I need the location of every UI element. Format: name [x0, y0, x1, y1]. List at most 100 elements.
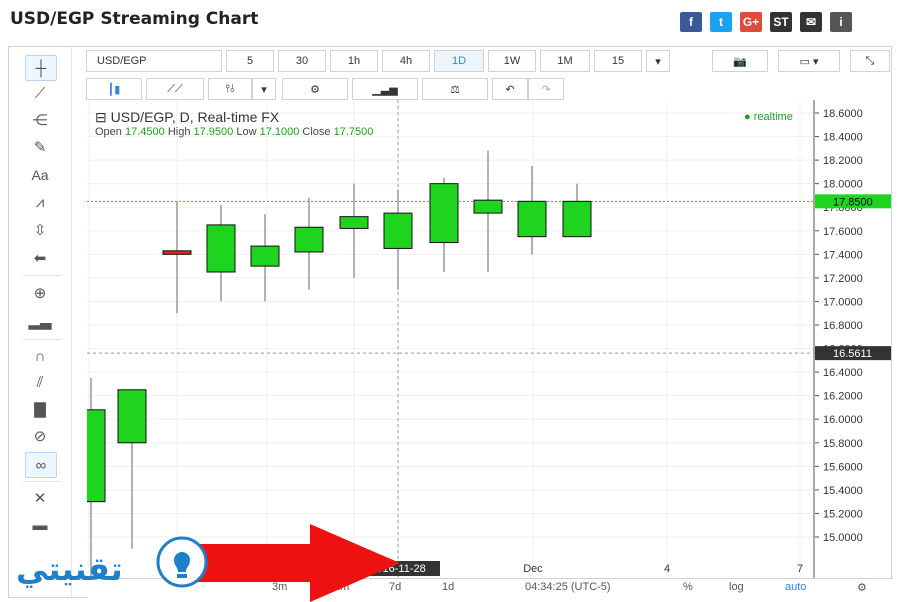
candle-body [250, 245, 280, 267]
measure-icon[interactable]: ⇳ [25, 218, 55, 242]
realtime-label: realtime [753, 111, 793, 123]
interval-dropdown[interactable]: ▾ [646, 50, 670, 72]
redo-icon[interactable]: ↷ [528, 78, 564, 100]
y-tick-label: 17.6000 [823, 226, 863, 238]
fib-icon[interactable]: ⋲ [25, 108, 55, 132]
hide-icon[interactable]: ⊘ [25, 424, 55, 448]
legend-ohlc: Open 17.4500 High 17.9500 Low 17.1000 Cl… [95, 126, 373, 138]
interval-1D[interactable]: 1D [434, 50, 484, 72]
googleplus-icon[interactable]: G+ [740, 12, 762, 32]
y-tick-label: 18.6000 [823, 108, 863, 120]
email-icon[interactable]: ✉ [800, 12, 822, 32]
facebook-icon[interactable]: f [680, 12, 702, 32]
stocktwits-icon[interactable]: ST [770, 12, 792, 32]
tools-icon[interactable]: ✕ [25, 486, 55, 510]
y-tick-label: 17.4000 [823, 249, 863, 261]
candle-body [562, 200, 592, 238]
interval-1h[interactable]: 1h [330, 50, 378, 72]
x-tick-label: 7 [797, 563, 803, 575]
interval-15[interactable]: 15 [594, 50, 642, 72]
drawing-toolbar: ┼ ⟋ ⋲ ✎ Aa ⩘ ⇳ ⬅ ⊕ ▂▃ ∩ ⫽ ▇ ⊘ ∞ ✕ ▬ [9, 47, 72, 597]
indicators-dropdown[interactable]: ▾ [252, 78, 276, 100]
legend-symbol: USD/EGP, D, Real-time FX [110, 109, 280, 125]
indicators-icon[interactable]: ⫯⫰ [208, 78, 252, 100]
layout-dropdown[interactable]: ▭ ▾ [778, 50, 840, 72]
crosshair-price-label: 16.5611 [833, 348, 872, 360]
twitter-icon[interactable]: t [710, 12, 732, 32]
link-icon[interactable]: ∞ [25, 452, 57, 478]
candle-body [517, 200, 547, 238]
price-chart[interactable]: 2016-11-28 Dec 4 7 [87, 100, 815, 578]
candle-body [429, 183, 459, 244]
candle-body [383, 212, 413, 249]
y-tick-label: 15.4000 [823, 485, 863, 497]
x-tick-label: 4 [664, 563, 670, 575]
text-icon[interactable]: Aa [25, 163, 55, 187]
y-tick-label: 16.2000 [823, 391, 863, 403]
red-arrow-graphic [180, 524, 400, 602]
y-tick-label: 15.6000 [823, 461, 863, 473]
site-logo: تقنيتي [16, 536, 208, 588]
candle-body [206, 224, 236, 273]
fullscreen-icon[interactable]: ⤡ [850, 50, 890, 72]
trend-line-icon[interactable]: ⟋ [25, 81, 55, 105]
collapse-icon[interactable]: ⊟ [95, 109, 111, 125]
low-value: 17.1000 [259, 126, 300, 138]
y-tick-label: 16.8000 [823, 320, 863, 332]
interval-5[interactable]: 5 [226, 50, 274, 72]
interval-1M[interactable]: 1M [540, 50, 590, 72]
balance-icon[interactable]: ⚖ [422, 78, 488, 100]
logo-text: تقنيتي [16, 550, 123, 588]
compare-icon[interactable]: ⟋⟋ [146, 78, 204, 100]
interval-4h[interactable]: 4h [382, 50, 430, 72]
low-label: Low [236, 126, 257, 138]
lock-icon[interactable]: ▇ [25, 397, 55, 421]
trash-icon[interactable]: ▬ [25, 513, 55, 537]
candles-icon[interactable]: ┃▮ [86, 78, 142, 100]
interval-1W[interactable]: 1W [488, 50, 536, 72]
y-tick-label: 17.0000 [823, 296, 863, 308]
open-value: 17.4500 [124, 126, 165, 138]
y-tick-label: 15.2000 [823, 508, 863, 520]
high-value: 17.9500 [193, 126, 234, 138]
candle-body [339, 216, 369, 229]
page-title: USD/EGP Streaming Chart [10, 9, 259, 29]
settings-icon[interactable]: ⚙ [282, 78, 348, 100]
price-axis[interactable]: 18.600018.400018.200018.000017.800017.60… [815, 100, 893, 578]
crosshair-icon[interactable]: ┼ [25, 55, 57, 81]
y-tick-label: 18.0000 [823, 179, 863, 191]
stay-drawing-icon[interactable]: ⫽ [25, 370, 55, 394]
auto-toggle[interactable]: auto [785, 581, 806, 593]
arrow-left-icon[interactable]: ⬅ [25, 246, 55, 270]
y-tick-label: 16.4000 [823, 367, 863, 379]
percent-toggle[interactable]: % [683, 581, 693, 593]
open-label: Open [95, 126, 122, 138]
y-tick-label: 18.2000 [823, 155, 863, 167]
candle-body [117, 389, 147, 444]
info-icon[interactable]: i [830, 12, 852, 32]
camera-icon[interactable]: 📷 [712, 50, 768, 72]
zoom-icon[interactable]: ⊕ [25, 281, 55, 305]
x-tick-label: Dec [523, 563, 543, 575]
candle-body [473, 199, 503, 214]
magnet-icon[interactable]: ∩ [25, 344, 55, 368]
candle-body [162, 250, 192, 255]
symbol-input[interactable]: USD/EGP [86, 50, 222, 72]
candle-body [87, 409, 106, 503]
y-tick-label: 16.0000 [823, 414, 863, 426]
y-tick-label: 17.2000 [823, 273, 863, 285]
close-value: 17.7500 [333, 126, 374, 138]
objects-tree-icon[interactable]: ▁▃▅ [352, 78, 418, 100]
last-price-label: 17.8500 [833, 196, 873, 208]
range-1d[interactable]: 1d [442, 581, 454, 593]
y-tick-label: 15.0000 [823, 532, 863, 544]
undo-icon[interactable]: ↶ [492, 78, 528, 100]
interval-30[interactable]: 30 [278, 50, 326, 72]
log-toggle[interactable]: log [729, 581, 744, 593]
clock: 04:34:25 (UTC-5) [525, 581, 611, 593]
gear-icon[interactable]: ⚙ [857, 581, 867, 594]
brush-icon[interactable]: ✎ [25, 135, 55, 159]
ruler-icon[interactable]: ▂▃ [25, 309, 55, 333]
pattern-icon[interactable]: ⩘ [25, 190, 55, 214]
y-tick-label: 15.8000 [823, 438, 863, 450]
